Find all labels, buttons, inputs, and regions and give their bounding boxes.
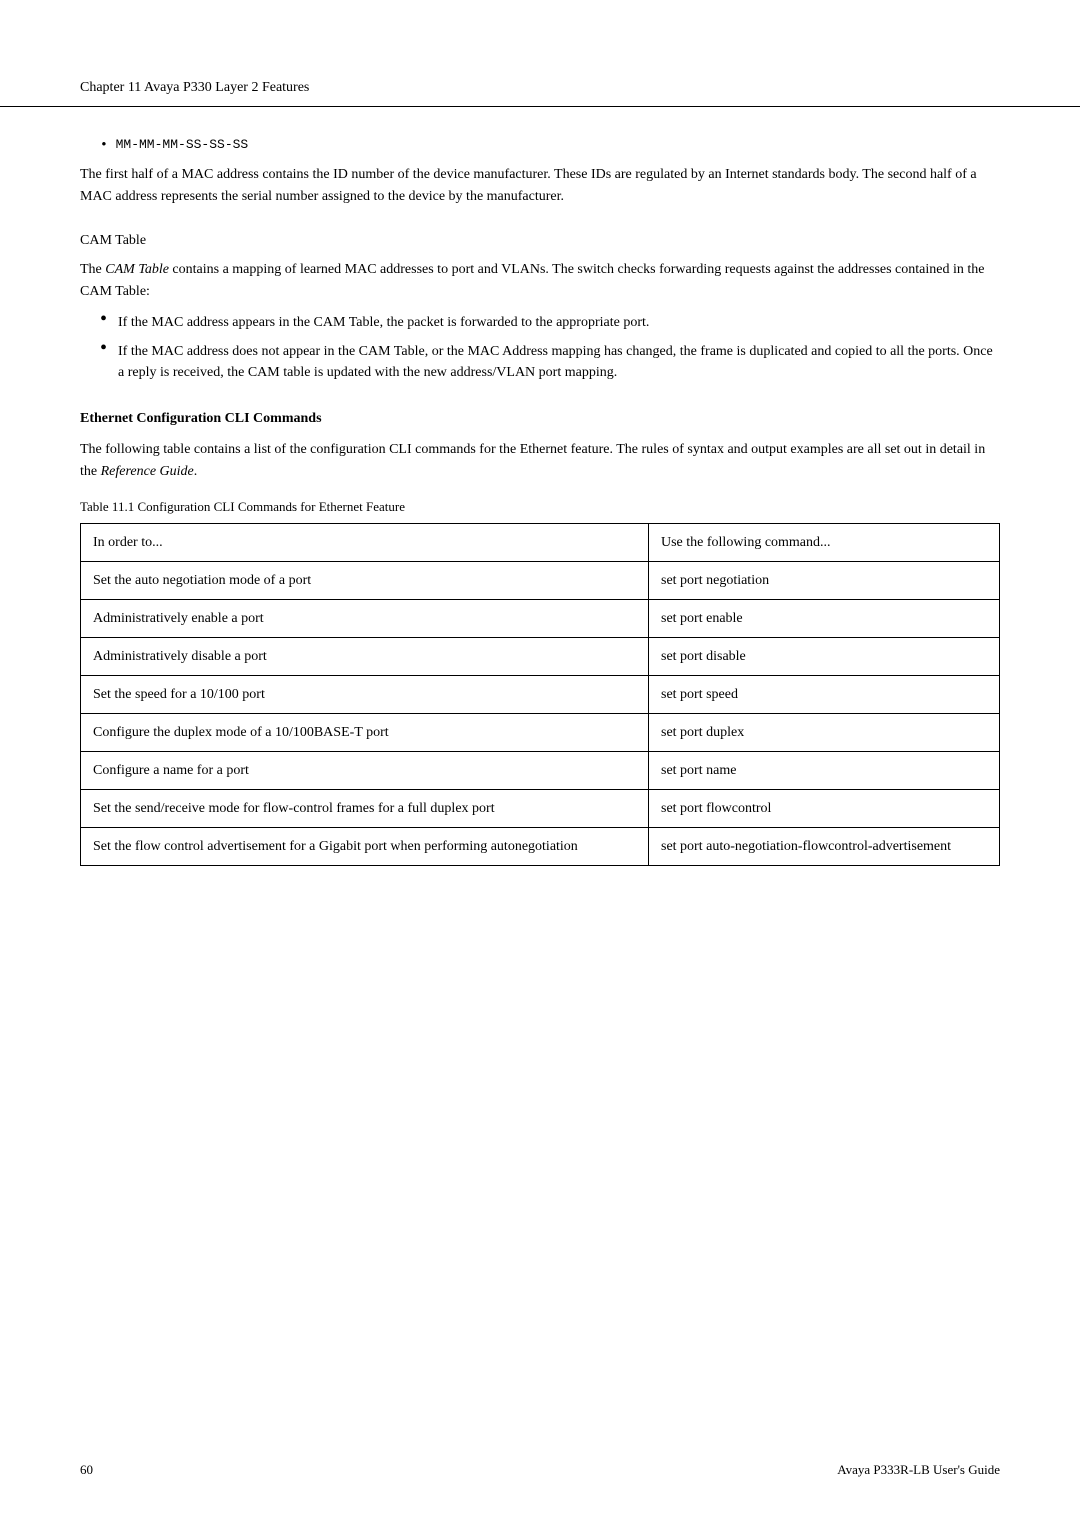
col1-header: In order to... xyxy=(81,524,649,562)
cam-intro: The CAM Table contains a mapping of lear… xyxy=(80,259,1000,304)
bullet-icon-1: • xyxy=(100,309,118,333)
page-header: Chapter 11 Avaya P330 Layer 2 Features xyxy=(0,80,1080,107)
table-cell-col1: Configure the duplex mode of a 10/100BAS… xyxy=(81,714,649,752)
ethernet-heading: Ethernet Configuration CLI Commands xyxy=(80,411,1000,427)
table-row: Set the flow control advertisement for a… xyxy=(81,828,1000,866)
page-footer: 60 Avaya P333R-LB User's Guide xyxy=(0,1462,1080,1478)
cam-bullet-2-text: If the MAC address does not appear in th… xyxy=(118,341,1000,383)
table-cell-col2: set port negotiation xyxy=(649,562,1000,600)
table-cell-col2: set port duplex xyxy=(649,714,1000,752)
table-cell-col2: set port speed xyxy=(649,676,1000,714)
table-row: Configure a name for a portset port name xyxy=(81,752,1000,790)
table-row: Set the auto negotiation mode of a ports… xyxy=(81,562,1000,600)
table-cell-col1: Set the auto negotiation mode of a port xyxy=(81,562,649,600)
mac-format-bullet: • MM-MM-MM-SS-SS-SS xyxy=(80,137,1000,152)
table-cell-col1: Administratively enable a port xyxy=(81,600,649,638)
table-row: Administratively enable a portset port e… xyxy=(81,600,1000,638)
cli-table: In order to... Use the following command… xyxy=(80,523,1000,866)
col2-header: Use the following command... xyxy=(649,524,1000,562)
table-caption: Table 11.1 Configuration CLI Commands fo… xyxy=(80,499,1000,515)
table-row: Set the speed for a 10/100 portset port … xyxy=(81,676,1000,714)
bullet-icon-2: • xyxy=(100,338,118,383)
table-cell-col1: Set the send/receive mode for flow-contr… xyxy=(81,790,649,828)
cam-section-title: CAM Table xyxy=(80,233,1000,249)
footer-guide-name: Avaya P333R-LB User's Guide xyxy=(837,1462,1000,1478)
table-cell-col2: set port flowcontrol xyxy=(649,790,1000,828)
header-chapter: Chapter 11 Avaya P330 Layer 2 Features xyxy=(80,80,309,96)
table-cell-col2: set port enable xyxy=(649,600,1000,638)
table-cell-col2: set port auto-negotiation-flowcontrol-ad… xyxy=(649,828,1000,866)
table-header-row: In order to... Use the following command… xyxy=(81,524,1000,562)
table-cell-col1: Set the speed for a 10/100 port xyxy=(81,676,649,714)
table-cell-col1: Administratively disable a port xyxy=(81,638,649,676)
ethernet-section: Ethernet Configuration CLI Commands The … xyxy=(80,411,1000,867)
table-cell-col2: set port name xyxy=(649,752,1000,790)
table-row: Configure the duplex mode of a 10/100BAS… xyxy=(81,714,1000,752)
table-cell-col1: Set the flow control advertisement for a… xyxy=(81,828,649,866)
page-content: • MM-MM-MM-SS-SS-SS The first half of a … xyxy=(0,137,1080,866)
footer-page-number: 60 xyxy=(80,1462,93,1478)
cam-bullet-2: • If the MAC address does not appear in … xyxy=(80,341,1000,383)
page: Chapter 11 Avaya P330 Layer 2 Features •… xyxy=(0,0,1080,1528)
table-row: Set the send/receive mode for flow-contr… xyxy=(81,790,1000,828)
table-cell-col2: set port disable xyxy=(649,638,1000,676)
table-row: Administratively disable a portset port … xyxy=(81,638,1000,676)
table-cell-col1: Configure a name for a port xyxy=(81,752,649,790)
cam-bullet-1-text: If the MAC address appears in the CAM Ta… xyxy=(118,312,649,333)
cam-section: CAM Table The CAM Table contains a mappi… xyxy=(80,233,1000,383)
mac-description: The first half of a MAC address contains… xyxy=(80,164,1000,209)
cam-bullet-1: • If the MAC address appears in the CAM … xyxy=(80,312,1000,333)
ethernet-intro: The following table contains a list of t… xyxy=(80,439,1000,484)
